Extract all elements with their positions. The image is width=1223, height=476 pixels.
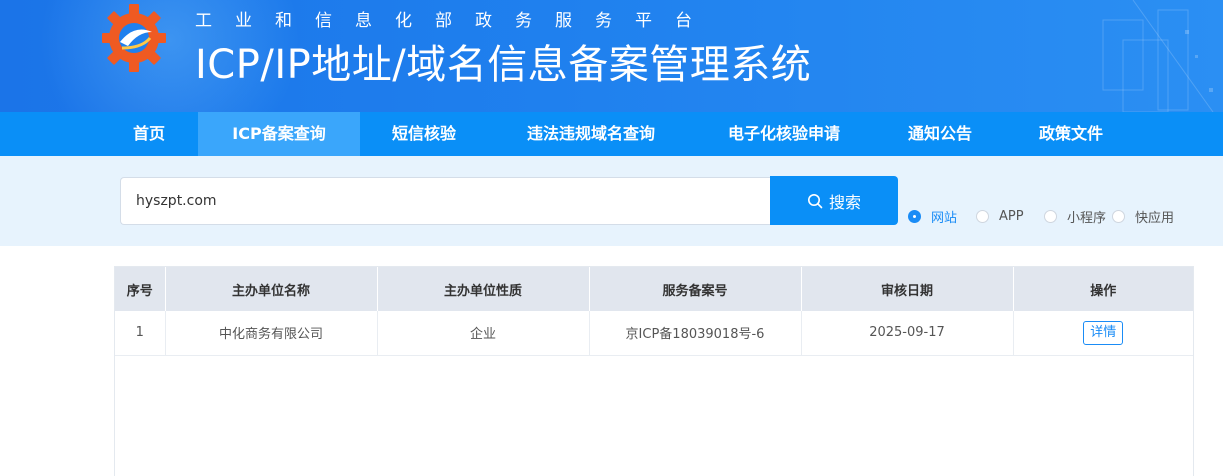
cell-action: 详情 <box>1013 311 1193 356</box>
banner-decoration <box>1102 0 1214 112</box>
radio-mini-program[interactable]: 小程序 <box>1044 207 1107 226</box>
search-icon <box>807 193 823 208</box>
main-nav: 首页 ICP备案查询 短信核验 违法违规域名查询 电子化核验申请 通知公告 政策… <box>0 112 1223 156</box>
col-header-index: 序号 <box>115 267 166 311</box>
radio-dot-icon <box>908 209 921 223</box>
radio-quick-app[interactable]: 快应用 <box>1112 207 1175 226</box>
cell-index: 1 <box>115 311 166 356</box>
header-subtitle: 工业和信息化部政务服务平台 <box>195 11 715 31</box>
nav-item-sms-verify[interactable]: 短信核验 <box>360 112 488 156</box>
radio-dot-icon <box>1044 209 1057 223</box>
cell-org-nature: 企业 <box>377 311 590 356</box>
table-header-row: 序号 主办单位名称 主办单位性质 服务备案号 审核日期 操作 <box>115 267 1193 311</box>
radio-dot-icon <box>976 209 989 223</box>
radio-dot-icon <box>1112 209 1125 223</box>
radio-label: 小程序 <box>1067 210 1107 226</box>
nav-item-home[interactable]: 首页 <box>100 112 198 156</box>
col-header-record-no: 服务备案号 <box>589 267 802 311</box>
radio-app[interactable]: APP <box>976 207 1024 225</box>
col-header-action: 操作 <box>1013 267 1193 311</box>
cell-review-date: 2025-09-17 <box>801 311 1014 356</box>
radio-website[interactable]: 网站 <box>908 207 958 226</box>
cell-org-name: 中化商务有限公司 <box>165 311 378 356</box>
nav-item-e-verify[interactable]: 电子化核验申请 <box>694 112 874 156</box>
nav-item-illegal-domain[interactable]: 违法违规域名查询 <box>488 112 694 156</box>
search-button[interactable]: 搜索 <box>770 176 898 225</box>
col-header-org-name: 主办单位名称 <box>165 267 378 311</box>
col-header-org-nature: 主办单位性质 <box>377 267 590 311</box>
nav-item-notice[interactable]: 通知公告 <box>874 112 1006 156</box>
search-button-label: 搜索 <box>828 192 861 212</box>
search-area: 搜索 网站 APP 小程序 快应用 <box>0 156 1223 246</box>
radio-label: APP <box>999 208 1024 224</box>
radio-label: 网站 <box>931 210 958 226</box>
page-title: ICP/IP地址/域名信息备案管理系统 <box>195 42 812 88</box>
search-input[interactable] <box>120 177 771 225</box>
miit-logo <box>102 4 166 72</box>
nav-item-icp-query[interactable]: ICP备案查询 <box>198 112 360 156</box>
header-banner: 工业和信息化部政务服务平台 ICP/IP地址/域名信息备案管理系统 <box>0 0 1223 112</box>
result-table: 序号 主办单位名称 主办单位性质 服务备案号 审核日期 操作 1 中化商务有限公… <box>115 267 1193 356</box>
detail-button[interactable]: 详情 <box>1083 320 1124 345</box>
radio-label: 快应用 <box>1135 210 1175 226</box>
col-header-review-date: 审核日期 <box>801 267 1014 311</box>
result-table-container: 序号 主办单位名称 主办单位性质 服务备案号 审核日期 操作 1 中化商务有限公… <box>114 266 1194 476</box>
cell-record-no: 京ICP备18039018号-6 <box>589 311 802 356</box>
nav-item-policy[interactable]: 政策文件 <box>1006 112 1136 156</box>
table-row: 1 中化商务有限公司 企业 京ICP备18039018号-6 2025-09-1… <box>115 311 1193 356</box>
